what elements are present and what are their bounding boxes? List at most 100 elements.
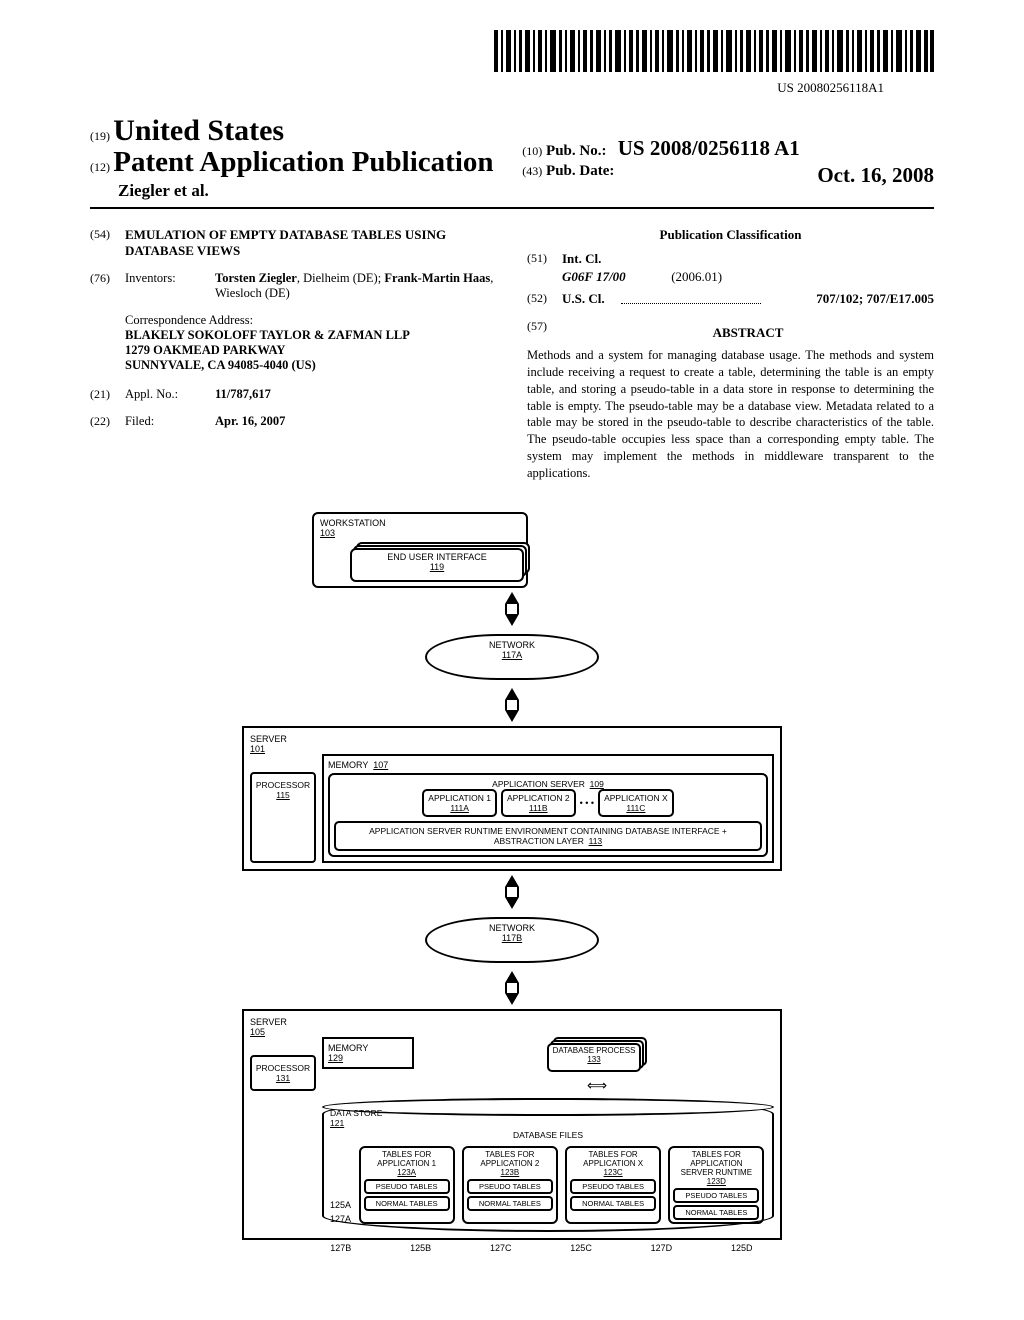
barcode-svg [494,30,934,72]
workstation-ref: 103 [320,528,520,538]
memory-107-ref: 107 [373,760,388,770]
app1-box: APPLICATION 1111A [422,789,497,817]
tables-app1-box: TABLES FOR APPLICATION 1123A PSEUDO TABL… [359,1146,455,1224]
correspondence-street: 1279 OAKMEAD PARKWAY [125,343,497,358]
eui-ref: 119 [430,562,444,572]
tables-app2-box: TABLES FOR APPLICATION 2123B PSEUDO TABL… [462,1146,558,1224]
country: United States [113,114,284,147]
app2-box: APPLICATION 2111B [501,789,576,817]
processor-label-131: PROCESSOR [256,1063,310,1073]
normal-tables-c: NORMAL TABLES [570,1196,656,1211]
correspondence-name: BLAKELY SOKOLOFF TAYLOR & ZAFMAN LLP [125,328,497,343]
abstract-text: Methods and a system for managing databa… [527,347,934,482]
classification-heading: Publication Classification [527,227,934,243]
code-51: (51) [527,251,562,267]
pub-date-label: Pub. Date: [546,163,614,179]
appserver-label: APPLICATION SERVER [492,779,585,789]
server-label-101: SERVER [250,734,287,744]
normal-tables-d: NORMAL TABLES [673,1205,759,1220]
tables-runtime-box: TABLES FOR APPLICATION SERVER RUNTIME 12… [668,1146,764,1224]
intcl-code: G06F 17/00 [562,269,626,284]
pub-no-label: Pub. No.: [546,143,606,159]
appserver-ref: 109 [590,779,604,789]
network-a-cloud: NETWORK 117A [425,634,599,680]
memory-129-box: MEMORY 129 [322,1037,414,1069]
inventors-label: Inventors: [125,271,215,301]
barcode-number: US 20080256118A1 [90,80,934,96]
barcode [90,30,934,76]
authors: Ziegler et al. [90,181,522,201]
callout-127d: 127D [651,1243,673,1253]
filed-label: Filed: [125,414,215,429]
server-101-ref: 101 [250,744,774,754]
server-101-box: SERVER 101 PROCESSOR 115 MEMORY 107 APPL… [242,726,782,871]
runtime-box: APPLICATION SERVER RUNTIME ENVIRONMENT C… [334,821,762,851]
figure-1: WORKSTATION 103 END USER INTERFACE119 NE… [242,512,782,1253]
callout-127a: 127A [330,1214,351,1224]
memory-label-107: MEMORY [328,760,368,770]
processor-115-ref: 115 [276,790,290,800]
callout-125a: 125A [330,1200,351,1210]
callout-125c: 125C [570,1243,592,1253]
pseudo-tables-b: PSEUDO TABLES [467,1179,553,1194]
invention-title: EMULATION OF EMPTY DATABASE TABLES USING… [125,227,497,259]
network-label-b: NETWORK [489,923,535,933]
callout-125b: 125B [410,1243,431,1253]
code-52: (52) [527,291,562,307]
dbfiles-label: DATABASE FILES [330,1130,766,1140]
code-10: (10) [522,144,542,159]
pseudo-tables-d: PSEUDO TABLES [673,1188,759,1203]
server-label-105: SERVER [250,1017,287,1027]
datastore-box: DATA STORE121 DATABASE FILES 125A 127A [322,1098,774,1232]
pub-no: US 2008/0256118 A1 [618,136,800,160]
code-57: (57) [527,319,562,347]
server-105-ref: 105 [250,1027,774,1037]
tables-appx-box: TABLES FOR APPLICATION X123C PSEUDO TABL… [565,1146,661,1224]
uscl-value: 707/102; 707/E17.005 [765,291,934,307]
pseudo-tables-a: PSEUDO TABLES [364,1179,450,1194]
memory-label-129: MEMORY [328,1043,368,1053]
datastore-ref: 121 [330,1118,344,1128]
datastore-label: DATA STORE [330,1108,382,1118]
appx-box: APPLICATION X111C [598,789,674,817]
normal-tables-a: NORMAL TABLES [364,1196,450,1211]
intcl-year: (2006.01) [671,269,722,284]
abstract-heading: ABSTRACT [562,325,934,341]
code-19: (19) [90,129,110,144]
db-process-stack: DATABASE PROCESS 133 [547,1037,647,1073]
network-b-ref: 117B [502,933,522,943]
code-22: (22) [90,414,125,429]
network-label-a: NETWORK [489,640,535,650]
processor-label-115: PROCESSOR [256,780,310,790]
workstation-label: WORKSTATION [320,518,386,528]
memory-129-ref: 129 [328,1053,343,1063]
appl-no-label: Appl. No.: [125,387,215,402]
network-b-cloud: NETWORK 117B [425,917,599,963]
filed-date: Apr. 16, 2007 [215,414,497,429]
processor-131-box: PROCESSOR 131 [250,1055,316,1091]
code-21: (21) [90,387,125,402]
eui-label: END USER INTERFACE [387,552,487,562]
appl-no: 11/787,617 [215,387,497,402]
callout-127c: 127C [490,1243,512,1253]
correspondence-city: SUNNYVALE, CA 94085-4040 (US) [125,358,497,373]
code-12: (12) [90,160,110,175]
intcl-label: Int. Cl. [562,251,601,267]
processor-131-ref: 131 [276,1073,290,1083]
pseudo-tables-c: PSEUDO TABLES [570,1179,656,1194]
publication-type: Patent Application Publication [113,146,493,178]
code-54: (54) [90,227,125,259]
memory-107-box: MEMORY 107 APPLICATION SERVER 109 APPLIC… [322,754,774,863]
callout-125d: 125D [731,1243,753,1253]
inventors-value: Torsten Ziegler, Dielheim (DE); Frank-Ma… [215,271,497,301]
server-105-box: SERVER 105 PROCESSOR 131 MEMORY 129 [242,1009,782,1240]
normal-tables-b: NORMAL TABLES [467,1196,553,1211]
dot-leader [621,288,761,304]
code-43: (43) [522,164,542,179]
processor-115-box: PROCESSOR 115 [250,772,316,863]
network-a-ref: 117A [502,650,522,660]
workstation-box: WORKSTATION 103 END USER INTERFACE119 [312,512,528,588]
uscl-label: U.S. Cl. [562,291,617,307]
pub-date: Oct. 16, 2008 [817,163,934,188]
callout-127b: 127B [330,1243,351,1253]
